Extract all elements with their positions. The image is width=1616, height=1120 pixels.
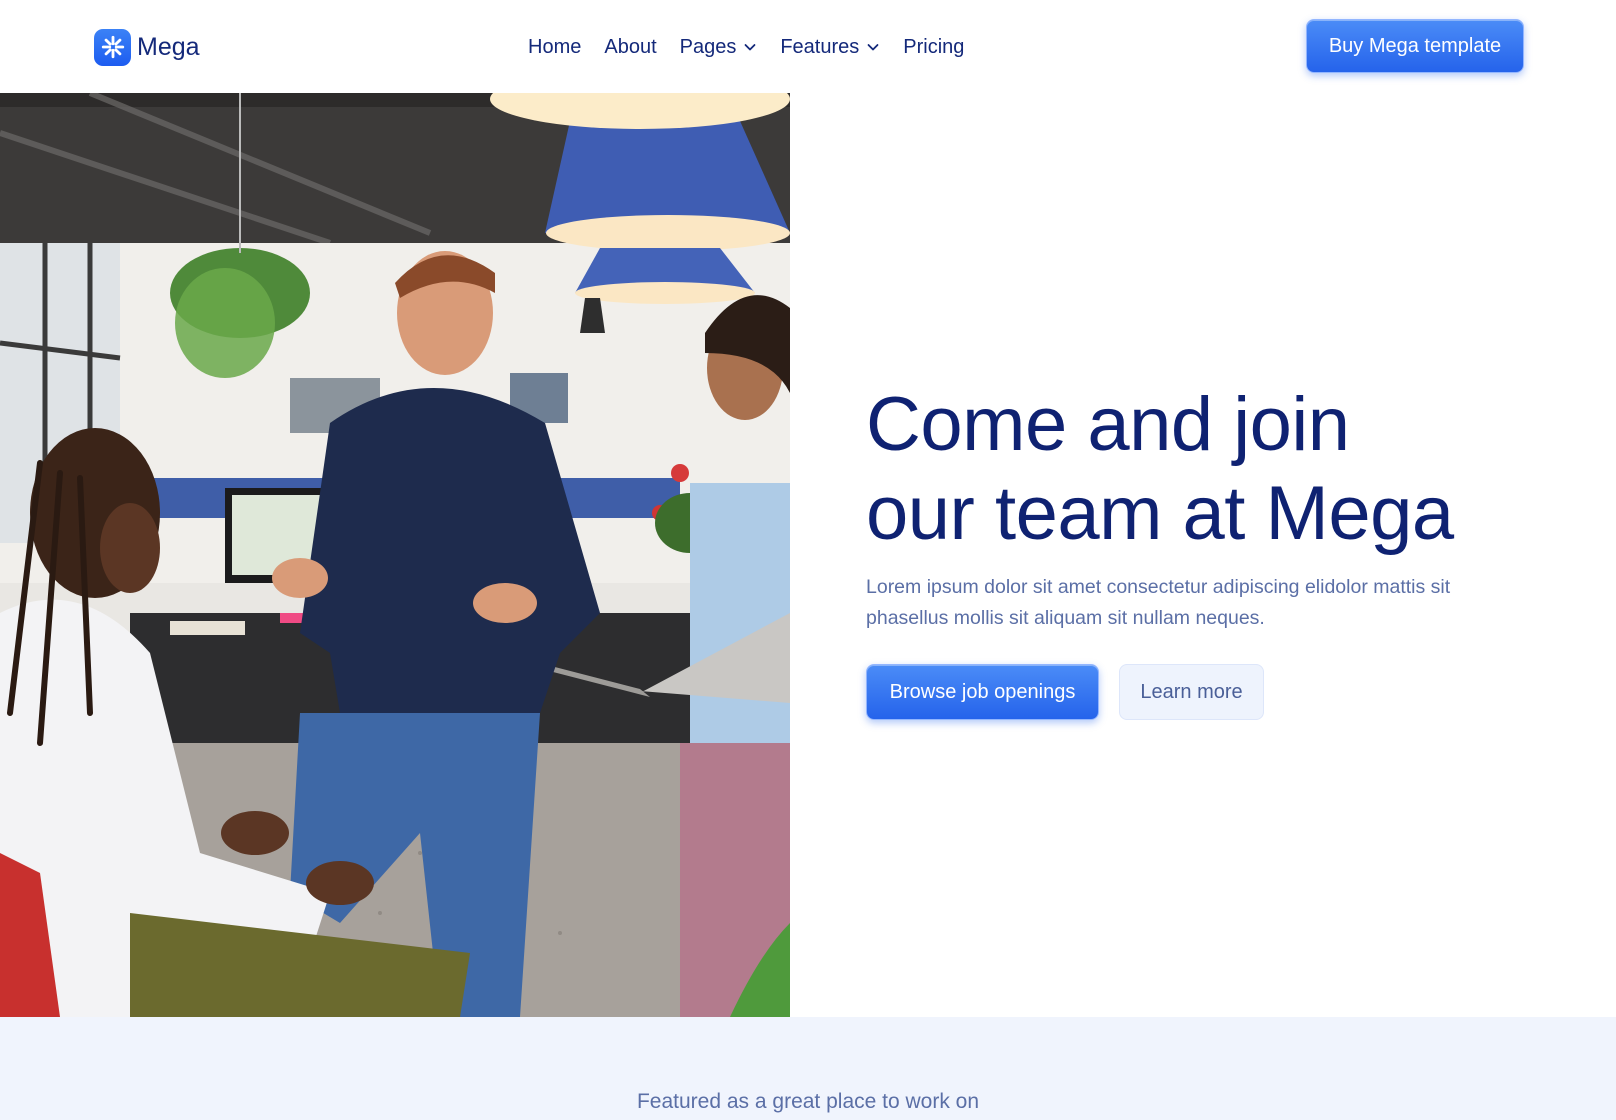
chevron-down-icon: [744, 44, 756, 51]
nav-item-label: About: [604, 35, 657, 58]
learn-more-button[interactable]: Learn more: [1119, 664, 1264, 720]
nav-item-label: Pricing: [903, 35, 965, 58]
nav-item-about[interactable]: About: [604, 36, 656, 59]
hero-image: [0, 93, 790, 1017]
site-header: Mega Home About Pages Features Pricing B…: [0, 0, 1616, 93]
browse-jobs-button[interactable]: Browse job openings: [866, 664, 1099, 720]
hero-subtitle: Lorem ipsum dolor sit amet consectetur a…: [866, 576, 1451, 629]
nav-item-pricing[interactable]: Pricing: [903, 36, 964, 59]
hero-actions: Browse job openings Learn more: [866, 664, 1566, 720]
brand-logo[interactable]: Mega: [94, 28, 200, 66]
hero-title: Come and join our team at Mega: [866, 380, 1566, 558]
main-nav: Home About Pages Features Pricing: [528, 31, 964, 63]
featured-heading: Featured as a great place to work on: [636, 1090, 980, 1113]
nav-item-pages[interactable]: Pages: [680, 36, 758, 59]
buy-template-button[interactable]: Buy Mega template: [1306, 19, 1524, 73]
chevron-down-icon: [867, 44, 879, 51]
nav-item-label: Features: [780, 35, 860, 58]
asterisk-icon: [94, 28, 131, 66]
nav-item-features[interactable]: Features: [780, 36, 880, 59]
nav-item-label: Pages: [679, 35, 737, 58]
hero-title-line-2: our team at Mega: [866, 471, 1454, 556]
nav-item-label: Home: [528, 35, 582, 58]
hero-section: Come and join our team at Mega Lorem ips…: [866, 380, 1566, 720]
featured-section: Featured as a great place to work on: [0, 1017, 1616, 1120]
nav-item-home[interactable]: Home: [528, 36, 581, 59]
brand-name: Mega: [137, 32, 200, 61]
hero-title-line-1: Come and join: [866, 382, 1350, 467]
